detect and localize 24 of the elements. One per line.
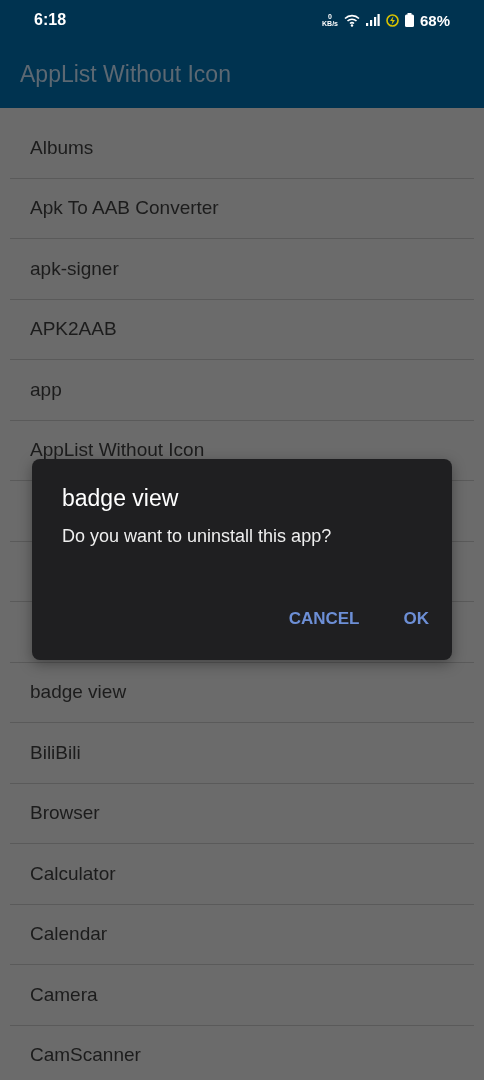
app-name[interactable]: Browser — [30, 802, 100, 825]
signal-icon — [365, 14, 380, 26]
app-bar-title: AppList Without Icon — [20, 60, 231, 88]
app-name[interactable]: Calendar — [30, 923, 108, 946]
app-name[interactable]: APK2AAB — [30, 318, 117, 341]
app-name[interactable]: Apk To AAB Converter — [30, 197, 219, 220]
wifi-icon — [343, 13, 360, 27]
app-name[interactable]: apk-signer — [30, 257, 119, 280]
dialog-message: Do you want to uninstall this app? — [62, 526, 333, 547]
app-name[interactable]: app — [30, 378, 62, 401]
dialog-title: badge view — [62, 485, 180, 512]
app-name[interactable]: Albums — [30, 136, 94, 159]
app-name[interactable]: BiliBili — [30, 741, 81, 764]
app-name[interactable]: Camera — [30, 983, 98, 1006]
dialog-button[interactable]: OK — [388, 601, 444, 637]
status-time: 6:18 — [34, 11, 68, 29]
app-name[interactable]: Calculator — [30, 862, 116, 885]
battery-icon — [404, 13, 414, 27]
app-name[interactable]: CamScanner — [30, 1044, 141, 1067]
app-name[interactable]: AppList Without Icon — [30, 439, 205, 462]
lightning-icon — [385, 13, 399, 27]
battery-percentage: 68% — [419, 11, 450, 29]
dialog-button[interactable]: CANCEL — [273, 601, 375, 637]
app-name[interactable]: badge view — [30, 681, 127, 704]
